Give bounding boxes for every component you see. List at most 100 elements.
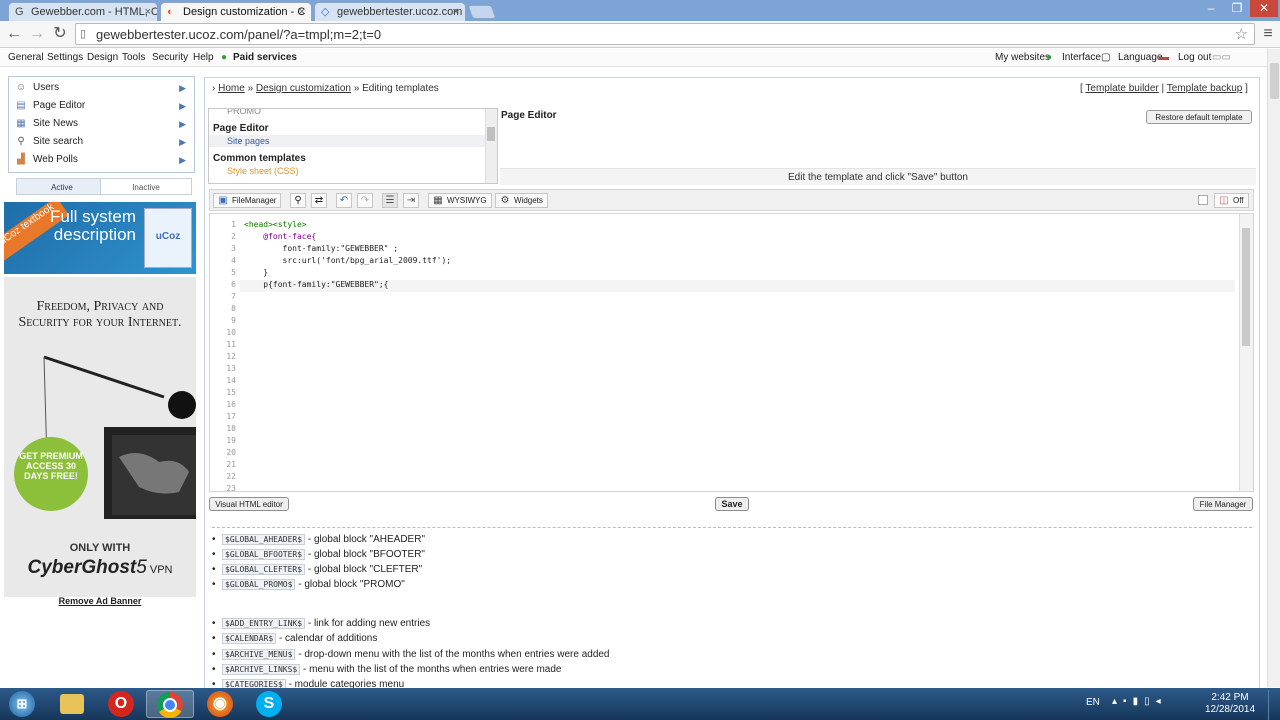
sidebar-item-site-search[interactable]: ⚲ Site search ▶ [9, 133, 194, 151]
template-item[interactable]: PROMO [227, 109, 261, 116]
tab-active[interactable]: Active [16, 178, 108, 195]
variable-code[interactable]: $ADD_ENTRY_LINK$ [222, 618, 306, 629]
browser-tab-active[interactable]: ◐ Design customization - C × [160, 2, 312, 21]
forward-icon[interactable]: → [27, 24, 47, 44]
tab-inactive[interactable]: Inactive [100, 178, 192, 195]
template-item-site-pages[interactable]: Site pages [227, 136, 270, 146]
browser-tab[interactable]: ◇ gewebbertester.ucoz.com × [314, 2, 466, 21]
template-backup-link[interactable]: Template backup [1167, 83, 1243, 94]
variable-code[interactable]: $GLOBAL_AHEADER$ [222, 534, 306, 545]
ucoz-textbook-banner[interactable]: uCoz textbook Full system description uC… [4, 202, 196, 274]
find-icon[interactable]: ⚲ [290, 193, 306, 208]
sidebar-item-users[interactable]: ☺ Users ▶ [9, 79, 194, 97]
taskbar-chrome[interactable] [146, 690, 194, 718]
panel-top-menu: General Settings Design Tools Security H… [0, 49, 1280, 67]
menu-logout[interactable]: Log out [1178, 52, 1211, 63]
redo-icon[interactable]: ↷ [357, 193, 373, 208]
sidebar-item-web-polls[interactable]: ▟ Web Polls ▶ [9, 151, 194, 169]
menu-help[interactable]: Help [193, 52, 214, 63]
menu-interface[interactable]: Interface [1062, 52, 1101, 63]
menu-security[interactable]: Security [152, 52, 188, 63]
menu-icon[interactable]: ≡ [1258, 24, 1278, 44]
menu-tools[interactable]: Tools [122, 52, 145, 63]
page-scrollbar[interactable] [1267, 49, 1280, 687]
taskbar-firefox[interactable]: ◉ [196, 690, 244, 718]
code-line[interactable]: } [244, 268, 268, 277]
autocomplete-toggle[interactable]: ◫ Off [1214, 193, 1249, 208]
menu-design[interactable]: Design [87, 52, 118, 63]
new-tab-button[interactable] [467, 5, 497, 19]
close-tab-icon[interactable]: × [299, 6, 305, 18]
bookmark-star-icon[interactable]: ☆ [1235, 25, 1248, 43]
minimize-icon[interactable]: – [1198, 0, 1224, 17]
logout-icon: ▭▭ [1212, 52, 1231, 63]
code-line[interactable]: src:url('font/bpg_arial_2009.ttf'); [244, 256, 452, 265]
menu-paid-services[interactable]: Paid services [233, 52, 297, 63]
start-button[interactable]: ⊞ [0, 690, 44, 718]
maximize-icon[interactable]: ❐ [1224, 0, 1250, 17]
save-button[interactable]: Save [715, 497, 749, 511]
reload-icon[interactable]: ↻ [50, 24, 70, 44]
page-icon: ▤ [16, 100, 26, 111]
variable-description: - global block "AHEADER" [307, 534, 425, 545]
taskbar-explorer[interactable] [48, 690, 96, 718]
tray-icons[interactable]: ▴▪▮▯◂ [1112, 696, 1167, 707]
indent-icon[interactable]: ⇥ [403, 193, 419, 208]
template-item-css[interactable]: Style sheet (CSS) [227, 166, 299, 176]
sidebar-item-page-editor[interactable]: ▤ Page Editor ▶ [9, 97, 194, 115]
code-editor[interactable]: 1 2 3 4 5 6 7 8 9 10 11 12 13 14 15 16 17 18 19 20 21 22 23 <h… [209, 213, 1254, 492]
line-numbers-icon[interactable]: ☰ [382, 193, 398, 208]
widgets-tool[interactable]: ⚙ Widgets [495, 193, 548, 208]
code-line[interactable]: font-family:"GEWEBBER" ; [244, 244, 399, 253]
file-manager-tool[interactable]: ▣ FileManager [213, 193, 282, 208]
visual-html-editor-button[interactable]: Visual HTML editor [209, 497, 289, 511]
close-tab-icon[interactable]: × [453, 6, 459, 18]
variable-code[interactable]: $CALENDAR$ [222, 633, 277, 644]
breadcrumb-home[interactable]: Home [218, 83, 245, 94]
code-line[interactable]: p{font-family:"GEWEBBER";{ [244, 280, 388, 289]
menu-settings[interactable]: Settings [47, 52, 83, 63]
file-manager-button[interactable]: File Manager [1193, 497, 1253, 511]
url-text[interactable]: gewebbertester.ucoz.com/panel/?a=tmpl;m=… [96, 27, 381, 42]
scrollbar-thumb[interactable] [1270, 63, 1279, 99]
address-bar[interactable]: ▯ gewebbertester.ucoz.com/panel/?a=tmpl;… [75, 23, 1255, 45]
template-list[interactable]: PROMO Page Editor Site pages Common temp… [208, 108, 498, 184]
taskbar-skype[interactable]: S [245, 690, 293, 718]
close-tab-icon[interactable]: × [145, 6, 151, 18]
show-desktop-button[interactable] [1268, 690, 1280, 720]
wysiwyg-tool[interactable]: ▦ WYSIWYG [428, 193, 492, 208]
variable-code[interactable]: $GLOBAL_CLEFTER$ [222, 564, 306, 575]
variable-code[interactable]: $GLOBAL_PROMO$ [222, 579, 296, 590]
remove-ad-link[interactable]: Remove Ad Banner [4, 596, 196, 606]
template-list-scrollbar[interactable] [485, 109, 497, 183]
folder-icon [60, 694, 84, 714]
window-close-icon[interactable]: ✕ [1250, 0, 1278, 17]
line-number: 3 [231, 244, 236, 253]
clock[interactable]: 2:42 PM 12/28/2014 [1200, 692, 1260, 716]
sidebar-item-label: Site News [33, 118, 79, 129]
back-icon[interactable]: ← [4, 24, 24, 44]
replace-icon[interactable]: ⇄ [311, 193, 327, 208]
template-builder-link[interactable]: Template builder [1085, 83, 1158, 94]
breadcrumb-design[interactable]: Design customization [256, 83, 351, 94]
language-indicator[interactable]: EN [1086, 697, 1100, 708]
sidebar-item-site-news[interactable]: ▦ Site News ▶ [9, 115, 194, 133]
code-line[interactable]: <head><style> [244, 220, 307, 229]
sidebar-item-label: Page Editor [33, 100, 86, 111]
option-checkbox[interactable] [1198, 195, 1208, 205]
taskbar-opera[interactable]: O [97, 690, 145, 718]
browser-tab[interactable]: G Gewebber.com - HTML, C × [8, 2, 158, 21]
menu-language[interactable]: Language [1118, 52, 1163, 63]
line-number: 1 [231, 220, 236, 229]
code-line[interactable]: @font-face{ [244, 232, 316, 241]
variable-code[interactable]: $GLOBAL_BFOOTER$ [222, 549, 306, 560]
variable-code[interactable]: $ARCHIVE_MENU$ [222, 649, 296, 660]
cyberghost-logo: CyberGhost5 VPN [27, 557, 173, 578]
cyberghost-banner[interactable]: Freedom, Privacy and Security for your I… [4, 277, 196, 597]
variable-code[interactable]: $ARCHIVE_LINKS$ [222, 664, 301, 675]
undo-icon[interactable]: ↶ [336, 193, 352, 208]
restore-default-button[interactable]: Restore default template [1146, 110, 1252, 124]
menu-my-websites[interactable]: My websites [995, 52, 1050, 63]
menu-general[interactable]: General [8, 52, 44, 63]
editor-scrollbar[interactable] [1239, 214, 1253, 491]
